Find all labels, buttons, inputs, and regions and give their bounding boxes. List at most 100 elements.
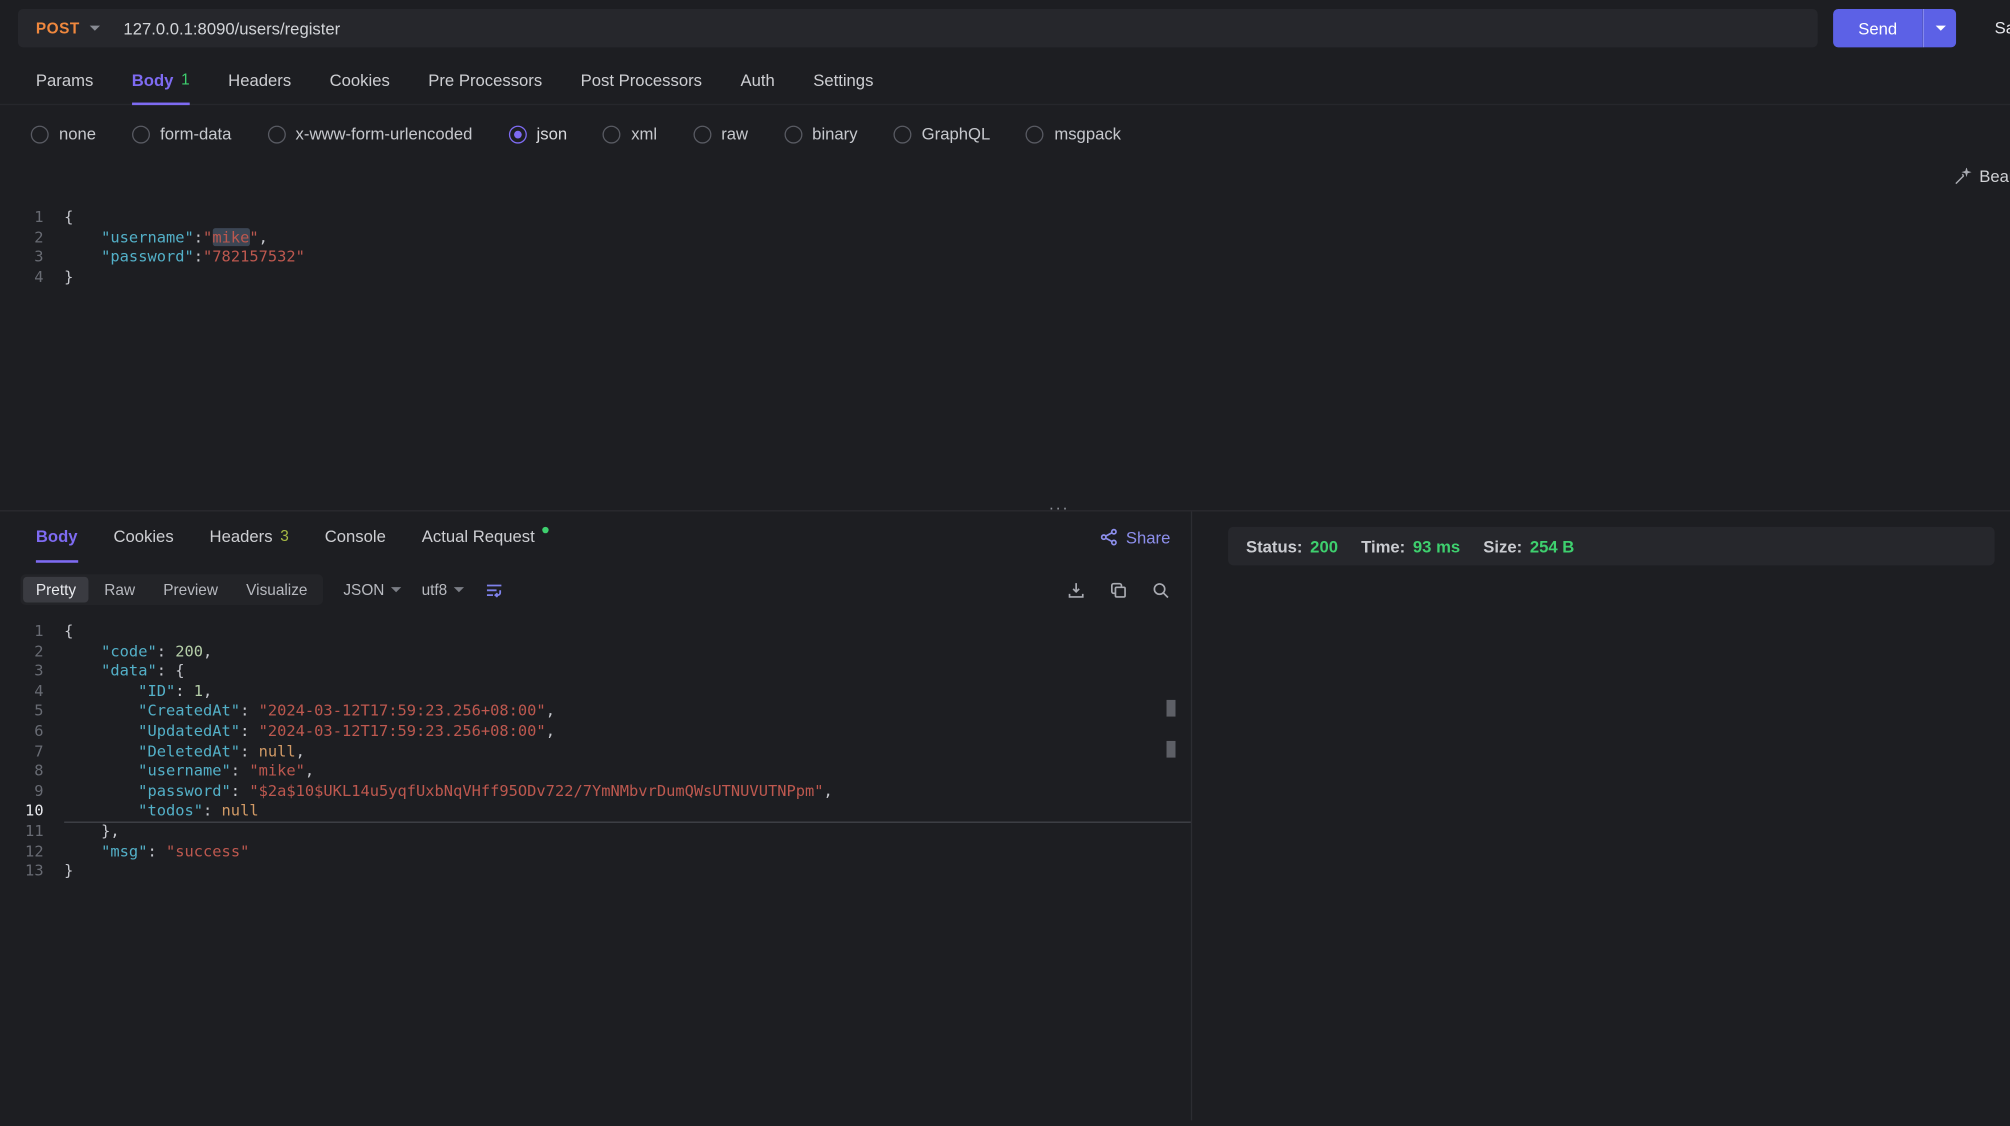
radio-icon [132,125,150,143]
body-type-xml[interactable]: xml [603,124,657,143]
time-label: Time: [1361,536,1405,555]
code-token: , [203,642,212,660]
download-icon[interactable] [1067,580,1086,599]
body-type-none[interactable]: none [31,124,96,143]
code-token: , [824,782,833,800]
response-section: Body Cookies Headers3 Console Actual Request… [0,511,2010,1120]
code-line: "ID": 1, [64,682,1191,702]
request-code-lines: { "username":"mike", "password":"7821575… [64,208,2010,288]
code-token: : [231,782,250,800]
body-type-graphql[interactable]: GraphQL [893,124,990,143]
tab-pre-processors[interactable]: Pre Processors [428,56,542,105]
body-type-msgpack[interactable]: msgpack [1026,124,1121,143]
api-client-window: POST 127.0.0.1:8090/users/register Send … [0,0,2010,1126]
code-token: "data" [101,662,157,680]
request-tabs: Params Body1 Headers Cookies Pre Processors P… [0,56,2010,105]
toolbar-right-icons [1067,580,1171,599]
code-line: "DeletedAt": null, [64,742,1191,762]
code-line: "data": { [64,662,1191,682]
view-mode-raw[interactable]: Raw [91,577,147,603]
status-bar: Status: 200 Time: 93 ms Size: 254 B [1228,527,1995,565]
line-number: 9 [0,782,44,802]
code-token: "2024-03-12T17:59:23.256+08:00" [259,702,546,720]
share-button[interactable]: Share [1100,511,1170,562]
line-number: 8 [0,762,44,782]
response-tab-cookies[interactable]: Cookies [113,511,173,562]
send-button[interactable]: Send [1833,9,1923,47]
request-body-editor[interactable]: Beautify 1234 { "username":"mike", "pass… [0,156,2010,510]
code-token: : [157,642,176,660]
url-box[interactable]: POST 127.0.0.1:8090/users/register [18,9,1817,47]
copy-icon[interactable] [1109,580,1128,599]
radio-label: raw [721,124,748,143]
request-gutter: 1234 [0,208,64,288]
body-type-binary[interactable]: binary [784,124,858,143]
url-input[interactable]: 127.0.0.1:8090/users/register [123,19,340,38]
code-line: } [64,862,1191,882]
word-wrap-icon[interactable] [484,580,503,599]
beautify-icon [1954,167,1972,185]
beautify-label: Beautify [1979,167,2010,186]
radio-icon [267,125,285,143]
code-token: : [147,842,166,860]
code-line: "UpdatedAt": "2024-03-12T17:59:23.256+08… [64,722,1191,742]
code-token: "CreatedAt" [138,702,240,720]
radio-label: binary [812,124,857,143]
radio-icon [1026,125,1044,143]
code-token [64,662,101,680]
body-type-x-www-form-urlencoded[interactable]: x-www-form-urlencoded [267,124,472,143]
code-token: , [203,682,212,700]
code-token [64,682,138,700]
tab-post-processors[interactable]: Post Processors [581,56,702,105]
tab-cookies[interactable]: Cookies [330,56,390,105]
tab-body[interactable]: Body1 [132,56,190,105]
code-token: , [546,722,555,740]
code-token: { [64,622,73,640]
time-value: 93 ms [1413,536,1460,555]
format-select[interactable]: JSON [343,581,401,599]
code-token: : [240,742,259,760]
response-tab-headers[interactable]: Headers3 [210,511,289,562]
chevron-down-icon[interactable] [90,26,100,31]
code-token: "mike" [249,762,305,780]
code-line: "username":"mike", [64,228,2010,248]
code-token: "success" [166,842,249,860]
view-mode-preview[interactable]: Preview [150,577,230,603]
tab-params[interactable]: Params [36,56,93,105]
view-mode-visualize[interactable]: Visualize [233,577,320,603]
response-tab-body[interactable]: Body [36,511,78,562]
send-options-button[interactable] [1923,9,1956,47]
body-type-json[interactable]: json [508,124,567,143]
tab-settings[interactable]: Settings [813,56,873,105]
tab-auth[interactable]: Auth [740,56,774,105]
save-button[interactable]: Save [1995,18,2010,37]
response-body-viewer[interactable]: 12345678910111213 { "code": 200, "data":… [0,609,1191,882]
code-token: " [203,228,212,246]
code-line: "todos": null [64,802,1191,822]
response-tab-console[interactable]: Console [325,511,386,562]
radio-icon [508,125,526,143]
code-token: "code" [101,642,157,660]
body-type-form-data[interactable]: form-data [132,124,232,143]
beautify-button[interactable]: Beautify [1954,167,2010,186]
tab-headers[interactable]: Headers [228,56,291,105]
tab-label: Settings [813,70,873,89]
code-token: null [222,802,259,820]
response-tab-actual-request[interactable]: Actual Request [422,511,549,562]
response-tabs: Body Cookies Headers3 Console Actual Request… [0,511,1191,562]
line-number: 1 [0,622,44,642]
tab-label: Post Processors [581,70,702,89]
search-icon[interactable] [1151,580,1170,599]
charset-select[interactable]: utf8 [422,581,464,599]
view-mode-pretty[interactable]: Pretty [23,577,89,603]
body-type-raw[interactable]: raw [693,124,748,143]
status-label: Status: [1246,536,1302,555]
tab-label: Headers [210,526,273,545]
tab-label: Params [36,70,93,89]
method-selector[interactable]: POST [36,19,80,37]
share-label: Share [1126,527,1170,546]
line-number: 2 [0,228,44,248]
code-line: { [64,208,2010,228]
radio-icon [784,125,802,143]
code-token [64,742,138,760]
